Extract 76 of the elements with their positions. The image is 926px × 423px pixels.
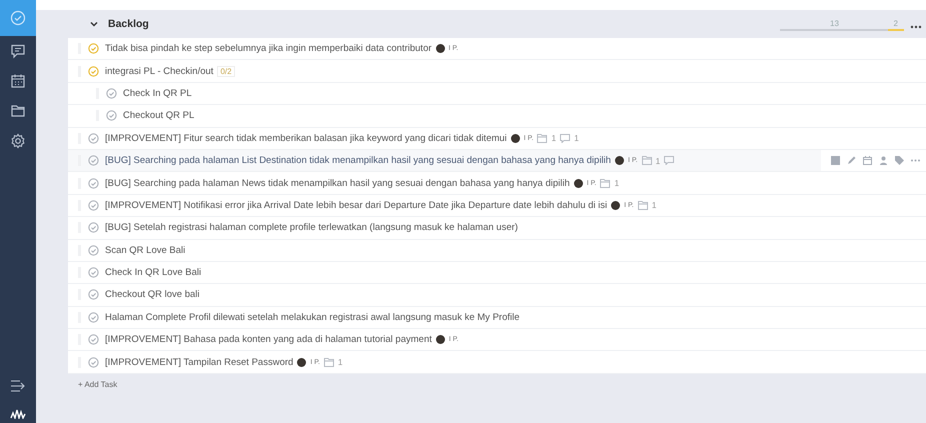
task-title[interactable]: integrasi PL - Checkin/out: [105, 66, 214, 77]
folder-icon: [600, 178, 610, 188]
pencil-icon[interactable]: [847, 156, 856, 166]
task-title[interactable]: Halaman Complete Profil dilewati setelah melakukan registrasi awal langsung masuk ke My Profile: [105, 312, 520, 323]
subtask-count: 0/2: [217, 66, 235, 77]
task-title[interactable]: Check In QR PL: [123, 88, 192, 99]
check-circle-icon[interactable]: [88, 312, 99, 323]
section-title: Backlog: [108, 18, 149, 30]
task-title[interactable]: [BUG] Searching pada halaman News tidak menampilkan hasil yang sesuai dengan bahasa yang hanya dipilih: [105, 178, 570, 189]
task-title[interactable]: Tidak bisa pindah ke step sebelumnya jika ingin memperbaiki data contributor: [105, 43, 432, 54]
check-circle-icon[interactable]: [88, 334, 99, 346]
open-count: 13: [830, 19, 839, 29]
avatar: [611, 200, 620, 210]
avatar: [436, 44, 445, 54]
chat-icon: [10, 43, 26, 59]
more-icon[interactable]: [910, 25, 922, 29]
comment-icon: [560, 134, 570, 143]
task-row[interactable]: Checkout QR PL: [68, 105, 926, 128]
check-circle-icon[interactable]: [106, 88, 117, 99]
folder-icon: [638, 200, 648, 210]
task-row[interactable]: Check In QR Love Bali: [68, 262, 926, 284]
task-title[interactable]: [IMPROVEMENT] Fitur search tidak memberikan balasan jika keyword yang dicari tidak ditemui: [105, 132, 507, 144]
check-circle-icon[interactable]: [88, 66, 99, 77]
square-icon[interactable]: [831, 156, 840, 166]
settings-icon: [10, 133, 26, 149]
task-row[interactable]: Halaman Complete Profil dilewati setelah melakukan registrasi awal langsung masuk ke My Profile: [68, 306, 926, 330]
check-circle-icon[interactable]: [88, 43, 99, 54]
check-circle-icon[interactable]: [88, 289, 99, 300]
avatar: [436, 335, 445, 344]
attachment-count: 1: [656, 156, 660, 166]
attachment-count: 1: [652, 200, 656, 210]
tag-icon[interactable]: [895, 156, 904, 166]
avatar: [574, 178, 583, 188]
done-count: 2: [894, 19, 898, 29]
check-circle-icon[interactable]: [88, 244, 99, 256]
avatar: [614, 156, 624, 166]
task-title[interactable]: [IMPROVEMENT] Bahasa pada konten yang ada di halaman tutorial payment: [105, 334, 432, 346]
task-row[interactable]: integrasi PL - Checkin/out 0/2: [68, 60, 926, 83]
person-icon[interactable]: [879, 156, 888, 166]
task-row[interactable]: Scan QR Love Bali: [68, 240, 926, 262]
folder-icon: [537, 134, 548, 143]
attachment-count: 1: [338, 357, 343, 368]
task-title[interactable]: [BUG] Setelah registrasi halaman complete profile terlewatkan (langsung masuk ke halaman user): [105, 222, 518, 234]
collapse-icon[interactable]: [10, 379, 26, 393]
calendar-icon: [10, 73, 26, 89]
folder-icon: [10, 103, 26, 119]
check-circle-icon[interactable]: [88, 155, 99, 166]
check-circle-icon[interactable]: [88, 200, 99, 211]
check-icon: [10, 10, 26, 26]
folder-icon: [642, 156, 652, 166]
task-row[interactable]: Checkout QR love bali: [68, 284, 926, 307]
attachment-count: 1: [614, 178, 620, 188]
task-row[interactable]: Check In QR PL: [68, 82, 926, 106]
check-circle-icon[interactable]: [88, 267, 99, 278]
check-circle-icon[interactable]: [106, 110, 117, 122]
task-title[interactable]: [IMPROVEMENT] Notifikasi error jika Arrival Date lebih besar dari Departure Date jika Departure date lebih dahulu di isi: [105, 200, 608, 211]
task-title[interactable]: [IMPROVEMENT] Tampilan Reset Password: [105, 356, 294, 368]
attachment-count: 1: [551, 133, 556, 144]
add-task-button[interactable]: + Add Task: [78, 380, 118, 389]
chevron-down-icon[interactable]: [90, 21, 98, 27]
task-title[interactable]: Checkout QR love bali: [105, 289, 200, 300]
folder-icon: [324, 358, 334, 367]
avatar: [297, 358, 306, 367]
task-title[interactable]: Checkout QR PL: [123, 110, 194, 122]
avatar: [510, 134, 520, 143]
logo-icon[interactable]: [9, 407, 27, 419]
comment-count: 1: [574, 133, 579, 144]
check-circle-icon[interactable]: [88, 178, 99, 189]
calendar-icon[interactable]: [863, 156, 872, 166]
check-circle-icon[interactable]: [88, 132, 99, 144]
check-circle-icon[interactable]: [88, 222, 99, 234]
task-row[interactable]: [BUG] Setelah registrasi halaman complete profile terlewatkan (langsung masuk ke halaman user): [68, 217, 926, 240]
task-title[interactable]: Scan QR Love Bali: [105, 244, 186, 256]
task-title[interactable]: Check In QR Love Bali: [105, 267, 202, 278]
task-title[interactable]: [BUG] Searching pada halaman List Destination tidak menampilkan hasil yang sesuai dengan bahasa yang hanya dipilih: [105, 155, 611, 166]
check-circle-icon[interactable]: [88, 356, 99, 368]
